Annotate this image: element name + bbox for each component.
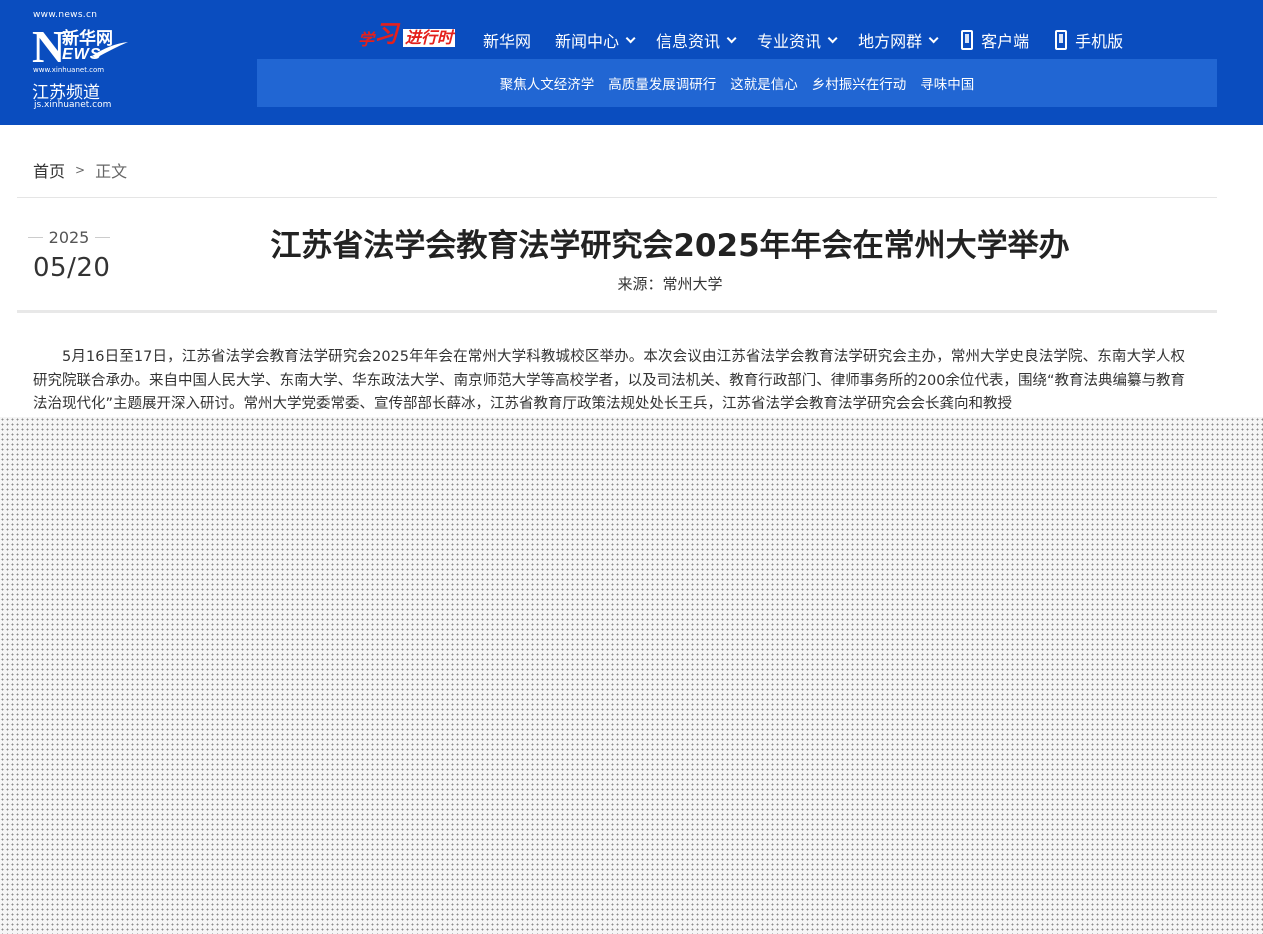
nav-item-mobile[interactable]: 手机版	[1055, 28, 1123, 52]
subnav-item[interactable]: 乡村振兴在行动	[812, 73, 907, 93]
logo-url-bottom: js.xinhuanet.com	[34, 100, 112, 110]
chevron-down-icon	[625, 32, 636, 43]
sub-nav: 聚焦人文经济学 高质量发展调研行 这就是信心 乡村振兴在行动 寻味中国	[257, 59, 1217, 107]
loading-overlay	[0, 417, 1263, 934]
chevron-down-icon	[726, 32, 737, 43]
nav-item-local-network[interactable]: 地方网群	[858, 28, 939, 52]
nav-item-professional[interactable]: 专业资讯	[757, 28, 838, 52]
divider	[17, 197, 1217, 198]
subnav-item[interactable]: 寻味中国	[920, 73, 974, 93]
publish-year: 2025	[48, 227, 90, 247]
nav-item-label: 客户端	[981, 32, 1030, 51]
nav-item-label: 新华网	[483, 32, 532, 51]
subnav-item[interactable]: 这就是信心	[730, 73, 798, 93]
nav-item-label: 专业资讯	[757, 32, 822, 51]
xuexi-char-xi: 习	[374, 19, 398, 48]
logo-letter-n: N	[32, 21, 66, 72]
chevron-down-icon	[827, 32, 838, 43]
nav-item-label: 手机版	[1075, 32, 1124, 51]
nav-item-client[interactable]: 客户端	[961, 28, 1029, 52]
divider	[95, 236, 110, 238]
subnav-item[interactable]: 聚焦人文经济学	[500, 73, 595, 93]
article-body: 5月16日至17日，江苏省法学会教育法学研究会2025年年会在常州大学科教城校区…	[33, 349, 1185, 412]
mobile-icon	[1055, 30, 1068, 50]
xuexi-suffix: 进行时	[403, 28, 456, 47]
main-nav: 新华网 新闻中心 信息资讯 专业资讯 地方网群 客户端 手机版	[483, 28, 1123, 52]
logo-url-mid: www.xinhuanet.com	[33, 66, 105, 74]
xuexi-jinxingshi-logo[interactable]: 学 习 进行时	[358, 14, 458, 50]
divider	[28, 236, 43, 238]
chevron-down-icon	[928, 32, 939, 43]
nav-item-label: 新闻中心	[555, 32, 620, 51]
nav-item-xinhuanet[interactable]: 新华网	[483, 28, 531, 52]
site-header: www.news.cn N 新华网 EWS www.xinhuanet.com …	[0, 0, 1263, 125]
nav-item-label: 地方网群	[858, 32, 923, 51]
xinhua-jiangsu-logo[interactable]: www.news.cn N 新华网 EWS www.xinhuanet.com …	[30, 8, 140, 112]
nav-item-news-center[interactable]: 新闻中心	[555, 28, 636, 52]
breadcrumb-separator: >	[75, 163, 86, 177]
phone-icon	[961, 30, 974, 50]
logo-url-top: www.news.cn	[33, 10, 98, 20]
article-title: 江苏省法学会教育法学研究会2025年年会在常州大学举办	[270, 228, 1070, 264]
divider	[17, 310, 1217, 313]
subnav-item[interactable]: 高质量发展调研行	[608, 73, 716, 93]
xuexi-char-xue: 学	[358, 30, 375, 49]
breadcrumb: 首页 > 正文	[33, 158, 127, 182]
nav-item-info[interactable]: 信息资讯	[656, 28, 737, 52]
breadcrumb-current: 正文	[95, 162, 128, 181]
publish-year-block: 2025	[28, 227, 110, 247]
nav-item-label: 信息资讯	[656, 32, 721, 51]
breadcrumb-home-link[interactable]: 首页	[33, 158, 65, 182]
article-source: 来源：常州大学	[617, 275, 723, 293]
publish-month-day: 05/20	[33, 253, 111, 283]
logo-swoosh-icon	[92, 42, 128, 58]
